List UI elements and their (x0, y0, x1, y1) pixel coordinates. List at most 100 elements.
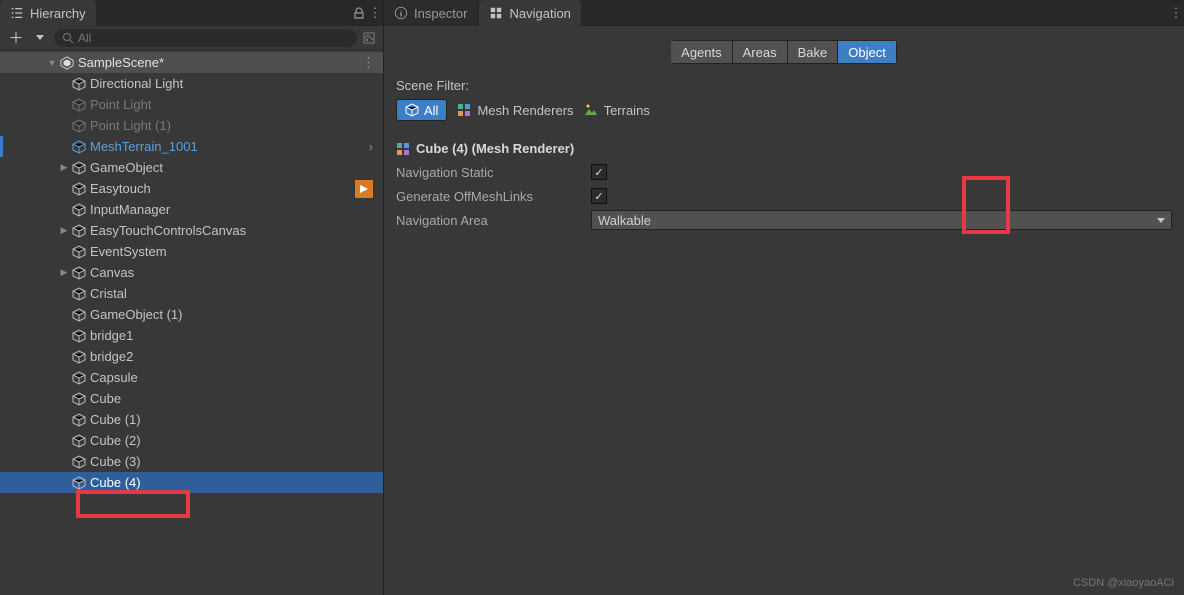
search-field[interactable] (54, 29, 357, 47)
nav-tab-areas[interactable]: Areas (732, 40, 788, 64)
filter-terrain-label: Terrains (604, 103, 650, 118)
nav-tab-bake[interactable]: Bake (787, 40, 839, 64)
hierarchy-item-label: Cube (4) (90, 475, 141, 490)
foldout-arrow[interactable] (58, 120, 70, 132)
hierarchy-item[interactable]: Cristal (0, 283, 383, 304)
gameobject-icon (72, 224, 86, 238)
hierarchy-tab[interactable]: Hierarchy (0, 0, 96, 26)
script-icon (355, 180, 373, 198)
hierarchy-item[interactable]: Cube (0, 388, 383, 409)
inspector-tab-label: Inspector (414, 6, 467, 21)
foldout-arrow[interactable] (58, 372, 70, 384)
hierarchy-item[interactable]: Cube (4) (0, 472, 383, 493)
filter-mesh[interactable]: Mesh Renderers (457, 103, 573, 118)
gameobject-icon (72, 140, 86, 154)
navigation-tab[interactable]: Navigation (479, 0, 580, 26)
hierarchy-item[interactable]: Directional Light (0, 73, 383, 94)
nav-tab-object[interactable]: Object (837, 40, 897, 64)
search-by-type-icon[interactable] (361, 30, 377, 46)
prop-navigation-static: Navigation Static ✓ (384, 160, 1184, 184)
hierarchy-item[interactable]: MeshTerrain_1001› (0, 136, 383, 157)
nav-static-label: Navigation Static (396, 165, 591, 180)
foldout-arrow[interactable] (58, 477, 70, 489)
foldout-arrow[interactable] (58, 99, 70, 111)
foldout-arrow[interactable] (58, 435, 70, 447)
foldout-arrow[interactable] (58, 141, 70, 153)
hierarchy-item[interactable]: Point Light (1) (0, 115, 383, 136)
gameobject-icon (72, 98, 86, 112)
gameobject-icon (72, 350, 86, 364)
prop-generate-offmesh: Generate OffMeshLinks ✓ (384, 184, 1184, 208)
nav-area-dropdown[interactable]: Walkable (591, 210, 1172, 230)
hierarchy-item[interactable]: Point Light (0, 94, 383, 115)
hierarchy-item-label: EasyTouchControlsCanvas (90, 223, 246, 238)
search-input[interactable] (78, 31, 349, 45)
foldout-arrow[interactable] (58, 309, 70, 321)
foldout-arrow[interactable] (58, 288, 70, 300)
foldout-arrow[interactable] (58, 246, 70, 258)
hierarchy-item-label: Cube (1) (90, 412, 141, 427)
scene-filter-label: Scene Filter: (396, 74, 1172, 99)
foldout-arrow[interactable]: ▶ (58, 225, 70, 237)
inspector-tab[interactable]: Inspector (384, 0, 477, 26)
gameobject-icon (72, 455, 86, 469)
panel-menu-icon[interactable]: ⋮ (1168, 5, 1184, 21)
hierarchy-item[interactable]: InputManager (0, 199, 383, 220)
hierarchy-item[interactable]: bridge2 (0, 346, 383, 367)
foldout-arrow[interactable]: ▶ (58, 162, 70, 174)
gameobject-icon (72, 266, 86, 280)
hierarchy-item-label: GameObject (90, 160, 163, 175)
hierarchy-item-label: Point Light (90, 97, 151, 112)
gen-links-checkbox[interactable]: ✓ (591, 188, 607, 204)
foldout-arrow[interactable]: ▼ (46, 57, 58, 69)
hierarchy-item-label: Directional Light (90, 76, 183, 91)
gameobject-icon (72, 413, 86, 427)
hierarchy-tree[interactable]: ▼ SampleScene* ⋮ Directional Light Point … (0, 50, 383, 595)
hierarchy-item[interactable]: Cube (1) (0, 409, 383, 430)
foldout-arrow[interactable] (58, 456, 70, 468)
hierarchy-item[interactable]: Capsule (0, 367, 383, 388)
watermark: CSDN @xiaoyaoACi (1073, 577, 1174, 589)
foldout-arrow[interactable] (58, 204, 70, 216)
hierarchy-item-label: Canvas (90, 265, 134, 280)
nav-static-checkbox[interactable]: ✓ (591, 164, 607, 180)
tab-menu-icon[interactable]: ⋮ (367, 5, 383, 21)
mesh-renderer-icon (457, 103, 471, 117)
hierarchy-item[interactable]: EventSystem (0, 241, 383, 262)
hierarchy-item-label: Point Light (1) (90, 118, 171, 133)
hierarchy-item-label: Cube (3) (90, 454, 141, 469)
add-dropdown[interactable] (30, 29, 50, 47)
hierarchy-item[interactable]: bridge1 (0, 325, 383, 346)
filter-all-button[interactable]: All (396, 99, 447, 121)
foldout-arrow[interactable] (58, 78, 70, 90)
nav-tab-agents[interactable]: Agents (671, 40, 732, 64)
hierarchy-item[interactable]: GameObject (1) (0, 304, 383, 325)
gameobject-icon (72, 371, 86, 385)
hierarchy-item[interactable]: ▶ EasyTouchControlsCanvas (0, 220, 383, 241)
foldout-arrow[interactable] (58, 330, 70, 342)
hierarchy-item[interactable]: ▶ GameObject (0, 157, 383, 178)
hierarchy-item[interactable]: Cube (2) (0, 430, 383, 451)
foldout-arrow[interactable] (58, 183, 70, 195)
gameobject-icon (72, 287, 86, 301)
scene-menu-icon[interactable]: ⋮ (362, 55, 375, 71)
hierarchy-item[interactable]: Easytouch (0, 178, 383, 199)
foldout-arrow[interactable] (58, 414, 70, 426)
hierarchy-item[interactable]: ▶ Canvas (0, 262, 383, 283)
mesh-renderer-icon (396, 142, 410, 156)
info-icon (394, 6, 408, 20)
lock-icon[interactable] (351, 7, 367, 19)
hierarchy-item[interactable]: Cube (3) (0, 451, 383, 472)
gameobject-icon (72, 182, 86, 196)
filter-terrain[interactable]: Terrains (584, 103, 650, 118)
chevron-right-icon: › (369, 139, 373, 154)
foldout-arrow[interactable]: ▶ (58, 267, 70, 279)
foldout-arrow[interactable] (58, 393, 70, 405)
hierarchy-item-label: Cube (2) (90, 433, 141, 448)
hierarchy-toolbar: ＋ (0, 26, 383, 50)
modified-indicator (0, 136, 3, 157)
hierarchy-item-label: bridge2 (90, 349, 133, 364)
foldout-arrow[interactable] (58, 351, 70, 363)
add-button[interactable]: ＋ (6, 29, 26, 47)
scene-row[interactable]: ▼ SampleScene* ⋮ (0, 52, 383, 73)
